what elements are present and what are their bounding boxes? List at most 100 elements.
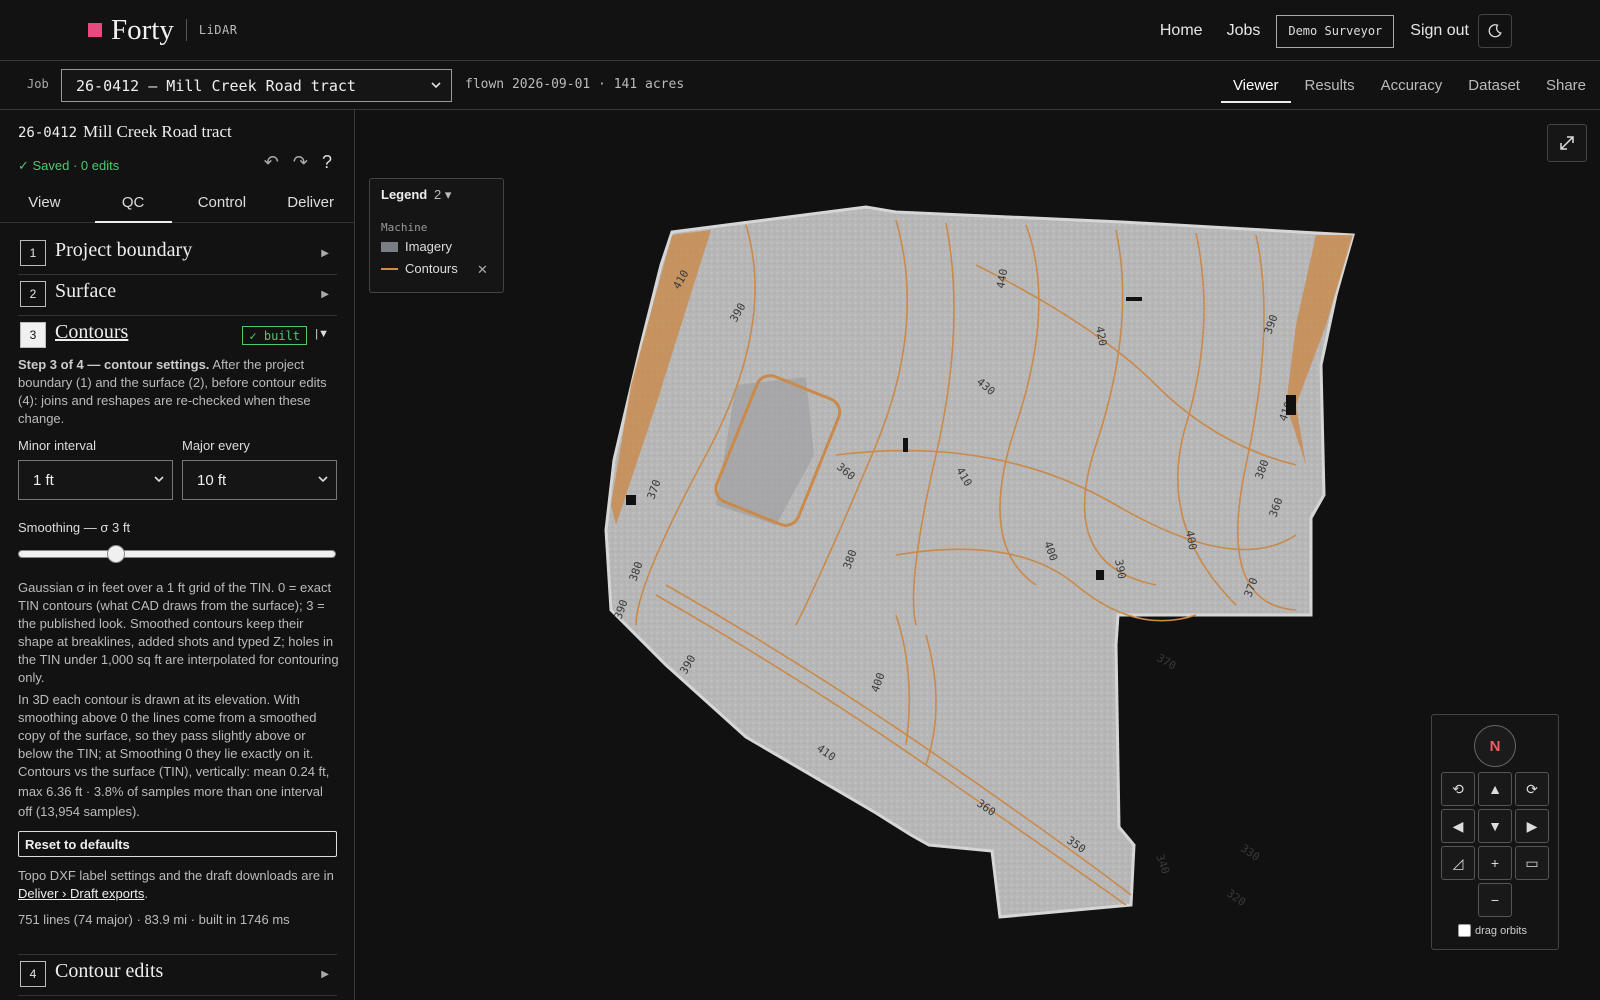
imagery-swatch xyxy=(381,241,398,252)
expand-arrow-icon: ▶ xyxy=(321,969,329,980)
brand-logo-icon xyxy=(88,23,102,37)
smoothing-slider[interactable] xyxy=(18,544,336,564)
smoothing-help: Gaussian σ in feet over a 1 ft grid of t… xyxy=(18,580,339,685)
fullscreen-button[interactable] xyxy=(1547,124,1587,162)
view-tabs: Viewer Results Accuracy Dataset Share xyxy=(1220,61,1600,110)
contour-label: 330 xyxy=(1238,842,1262,864)
tab-viewer[interactable]: Viewer xyxy=(1220,61,1291,110)
minor-interval-label: Minor interval xyxy=(18,438,97,453)
section-surface[interactable]: 2 Surface ▶ xyxy=(18,275,337,316)
section-contour-edits[interactable]: 4 Contour edits ▶ xyxy=(18,954,337,996)
save-status: ✓ Saved · 0 edits xyxy=(18,158,120,173)
drag-orbits-toggle[interactable]: drag orbits xyxy=(1458,924,1527,937)
drag-orbits-checkbox[interactable] xyxy=(1458,924,1471,937)
job-select[interactable]: 26-0412 — Mill Creek Road tract xyxy=(61,69,452,102)
tab-dataset[interactable]: Dataset xyxy=(1456,61,1532,110)
legend-toggle[interactable]: 2 ▾ xyxy=(434,187,451,203)
elevation-help: In 3D each contour is drawn at its eleva… xyxy=(18,692,317,761)
tab-results[interactable]: Results xyxy=(1293,61,1367,110)
redo-icon[interactable]: ↷ xyxy=(293,152,308,173)
theme-toggle-button[interactable] xyxy=(1478,14,1512,48)
legend-item-contours[interactable]: Contours xyxy=(381,261,458,276)
map-viewer[interactable]: 410 390 370 360 380 400 410 430 440 420 400 390 380 3… xyxy=(356,110,1600,1000)
section-title: Contour edits xyxy=(55,960,164,982)
chevron-down-icon xyxy=(154,476,164,483)
contour-label: 340 xyxy=(1153,853,1172,876)
minor-interval-value: 1 ft xyxy=(33,471,54,489)
section-number: 1 xyxy=(20,240,46,266)
section-number: 2 xyxy=(20,281,46,307)
section-number: 4 xyxy=(20,961,46,987)
panel-tools: ↶ ↷ ? xyxy=(264,152,332,173)
panel-tabs: View QC Control Deliver xyxy=(0,187,354,223)
chevron-down-icon xyxy=(431,82,441,89)
sign-out-link[interactable]: Sign out xyxy=(1410,22,1469,40)
legend-item-imagery[interactable]: Imagery xyxy=(381,239,452,254)
draft-exports-link[interactable]: Deliver › Draft exports xyxy=(18,886,144,901)
tab-view[interactable]: View xyxy=(0,187,89,222)
pan-up-icon[interactable]: ▲ xyxy=(1478,772,1512,806)
expand-arrow-icon: ▶ xyxy=(321,248,329,259)
help-icon[interactable]: ? xyxy=(322,152,332,173)
terrain-map[interactable]: 4103903703603804004104304404204003903803… xyxy=(596,205,1366,950)
job-meta: flown 2026-09-01 · 141 acres xyxy=(465,77,685,92)
section-title: Project boundary xyxy=(55,239,193,261)
legend-item-label: Imagery xyxy=(405,239,452,254)
tab-control[interactable]: Control xyxy=(178,187,267,222)
north-compass-button[interactable]: N xyxy=(1474,725,1516,767)
step-heading: Step 3 of 4 — contour settings. xyxy=(18,357,210,372)
pan-left-icon[interactable]: ◀ xyxy=(1441,809,1475,843)
accuracy-summary: Contours vs the surface (TIN), verticall… xyxy=(18,764,330,819)
legend-item-label: Contours xyxy=(405,261,458,276)
rotate-left-icon[interactable]: ⟲ xyxy=(1441,772,1475,806)
navigation-controls: N ⟲ ▲ ⟳ ◀ ▼ ▶ ◿ + ▭ − drag orbits xyxy=(1431,714,1559,950)
tab-deliver[interactable]: Deliver xyxy=(266,187,354,222)
top-nav: Home Jobs Demo Surveyor Sign out xyxy=(1136,14,1512,48)
undo-icon[interactable]: ↶ xyxy=(264,152,279,173)
tilt-icon[interactable]: ◿ xyxy=(1441,846,1475,880)
contour-swatch xyxy=(381,267,398,270)
legend-count: 2 xyxy=(434,187,442,202)
section-project-boundary[interactable]: 1 Project boundary ▶ xyxy=(18,234,337,275)
expand-icon xyxy=(1560,136,1574,150)
section-title: Surface xyxy=(55,280,117,302)
section-number: 3 xyxy=(20,322,46,348)
smoothing-label: Smoothing — σ 3 ft xyxy=(18,520,131,535)
collapse-arrow-icon: |▼ xyxy=(315,328,329,340)
brand-name: Forty xyxy=(111,13,174,46)
pan-right-icon[interactable]: ▶ xyxy=(1515,809,1549,843)
panel-title: 26-0412 Mill Creek Road tract xyxy=(18,122,232,142)
legend-title: Legend xyxy=(381,187,428,202)
user-button[interactable]: Demo Surveyor xyxy=(1276,14,1395,48)
job-select-value: 26-0412 — Mill Creek Road tract xyxy=(76,76,356,95)
moon-icon xyxy=(1488,24,1502,38)
nav-jobs[interactable]: Jobs xyxy=(1227,22,1261,40)
zoom-in-icon[interactable]: + xyxy=(1478,846,1512,880)
section-contours[interactable]: 3 Contours ✓ built |▼ xyxy=(18,316,337,357)
tab-accuracy[interactable]: Accuracy xyxy=(1369,61,1455,110)
rotate-right-icon[interactable]: ⟳ xyxy=(1515,772,1549,806)
minor-interval-select[interactable]: 1 ft xyxy=(18,460,173,500)
built-badge: ✓ built xyxy=(242,326,307,345)
remove-contours-icon[interactable]: ✕ xyxy=(477,262,488,278)
brand[interactable]: Forty LiDAR xyxy=(88,12,237,48)
major-every-label: Major every xyxy=(182,438,250,453)
legend-group-label: Machine xyxy=(381,221,428,234)
drag-orbits-label: drag orbits xyxy=(1475,924,1527,937)
pan-down-icon[interactable]: ▼ xyxy=(1478,809,1512,843)
job-bar: Job 26-0412 — Mill Creek Road tract flow… xyxy=(0,61,1600,110)
reset-defaults-button[interactable]: Reset to defaults xyxy=(18,831,337,857)
brand-divider xyxy=(185,19,187,41)
top-view-icon[interactable]: ▭ xyxy=(1515,846,1549,880)
legend-panel: Legend 2 ▾ Machine Imagery Contours ✕ xyxy=(369,178,504,293)
zoom-out-icon[interactable]: − xyxy=(1478,883,1512,917)
tab-qc[interactable]: QC xyxy=(89,187,178,223)
step-description: Step 3 of 4 — contour settings. After th… xyxy=(18,356,340,428)
expand-arrow-icon: ▶ xyxy=(321,289,329,300)
tab-share[interactable]: Share xyxy=(1534,61,1598,110)
slider-thumb[interactable] xyxy=(107,545,125,563)
contour-label: 370 xyxy=(1155,651,1179,672)
panel-job-id: 26-0412 xyxy=(18,125,78,141)
major-every-select[interactable]: 10 ft xyxy=(182,460,337,500)
nav-home[interactable]: Home xyxy=(1160,22,1203,40)
